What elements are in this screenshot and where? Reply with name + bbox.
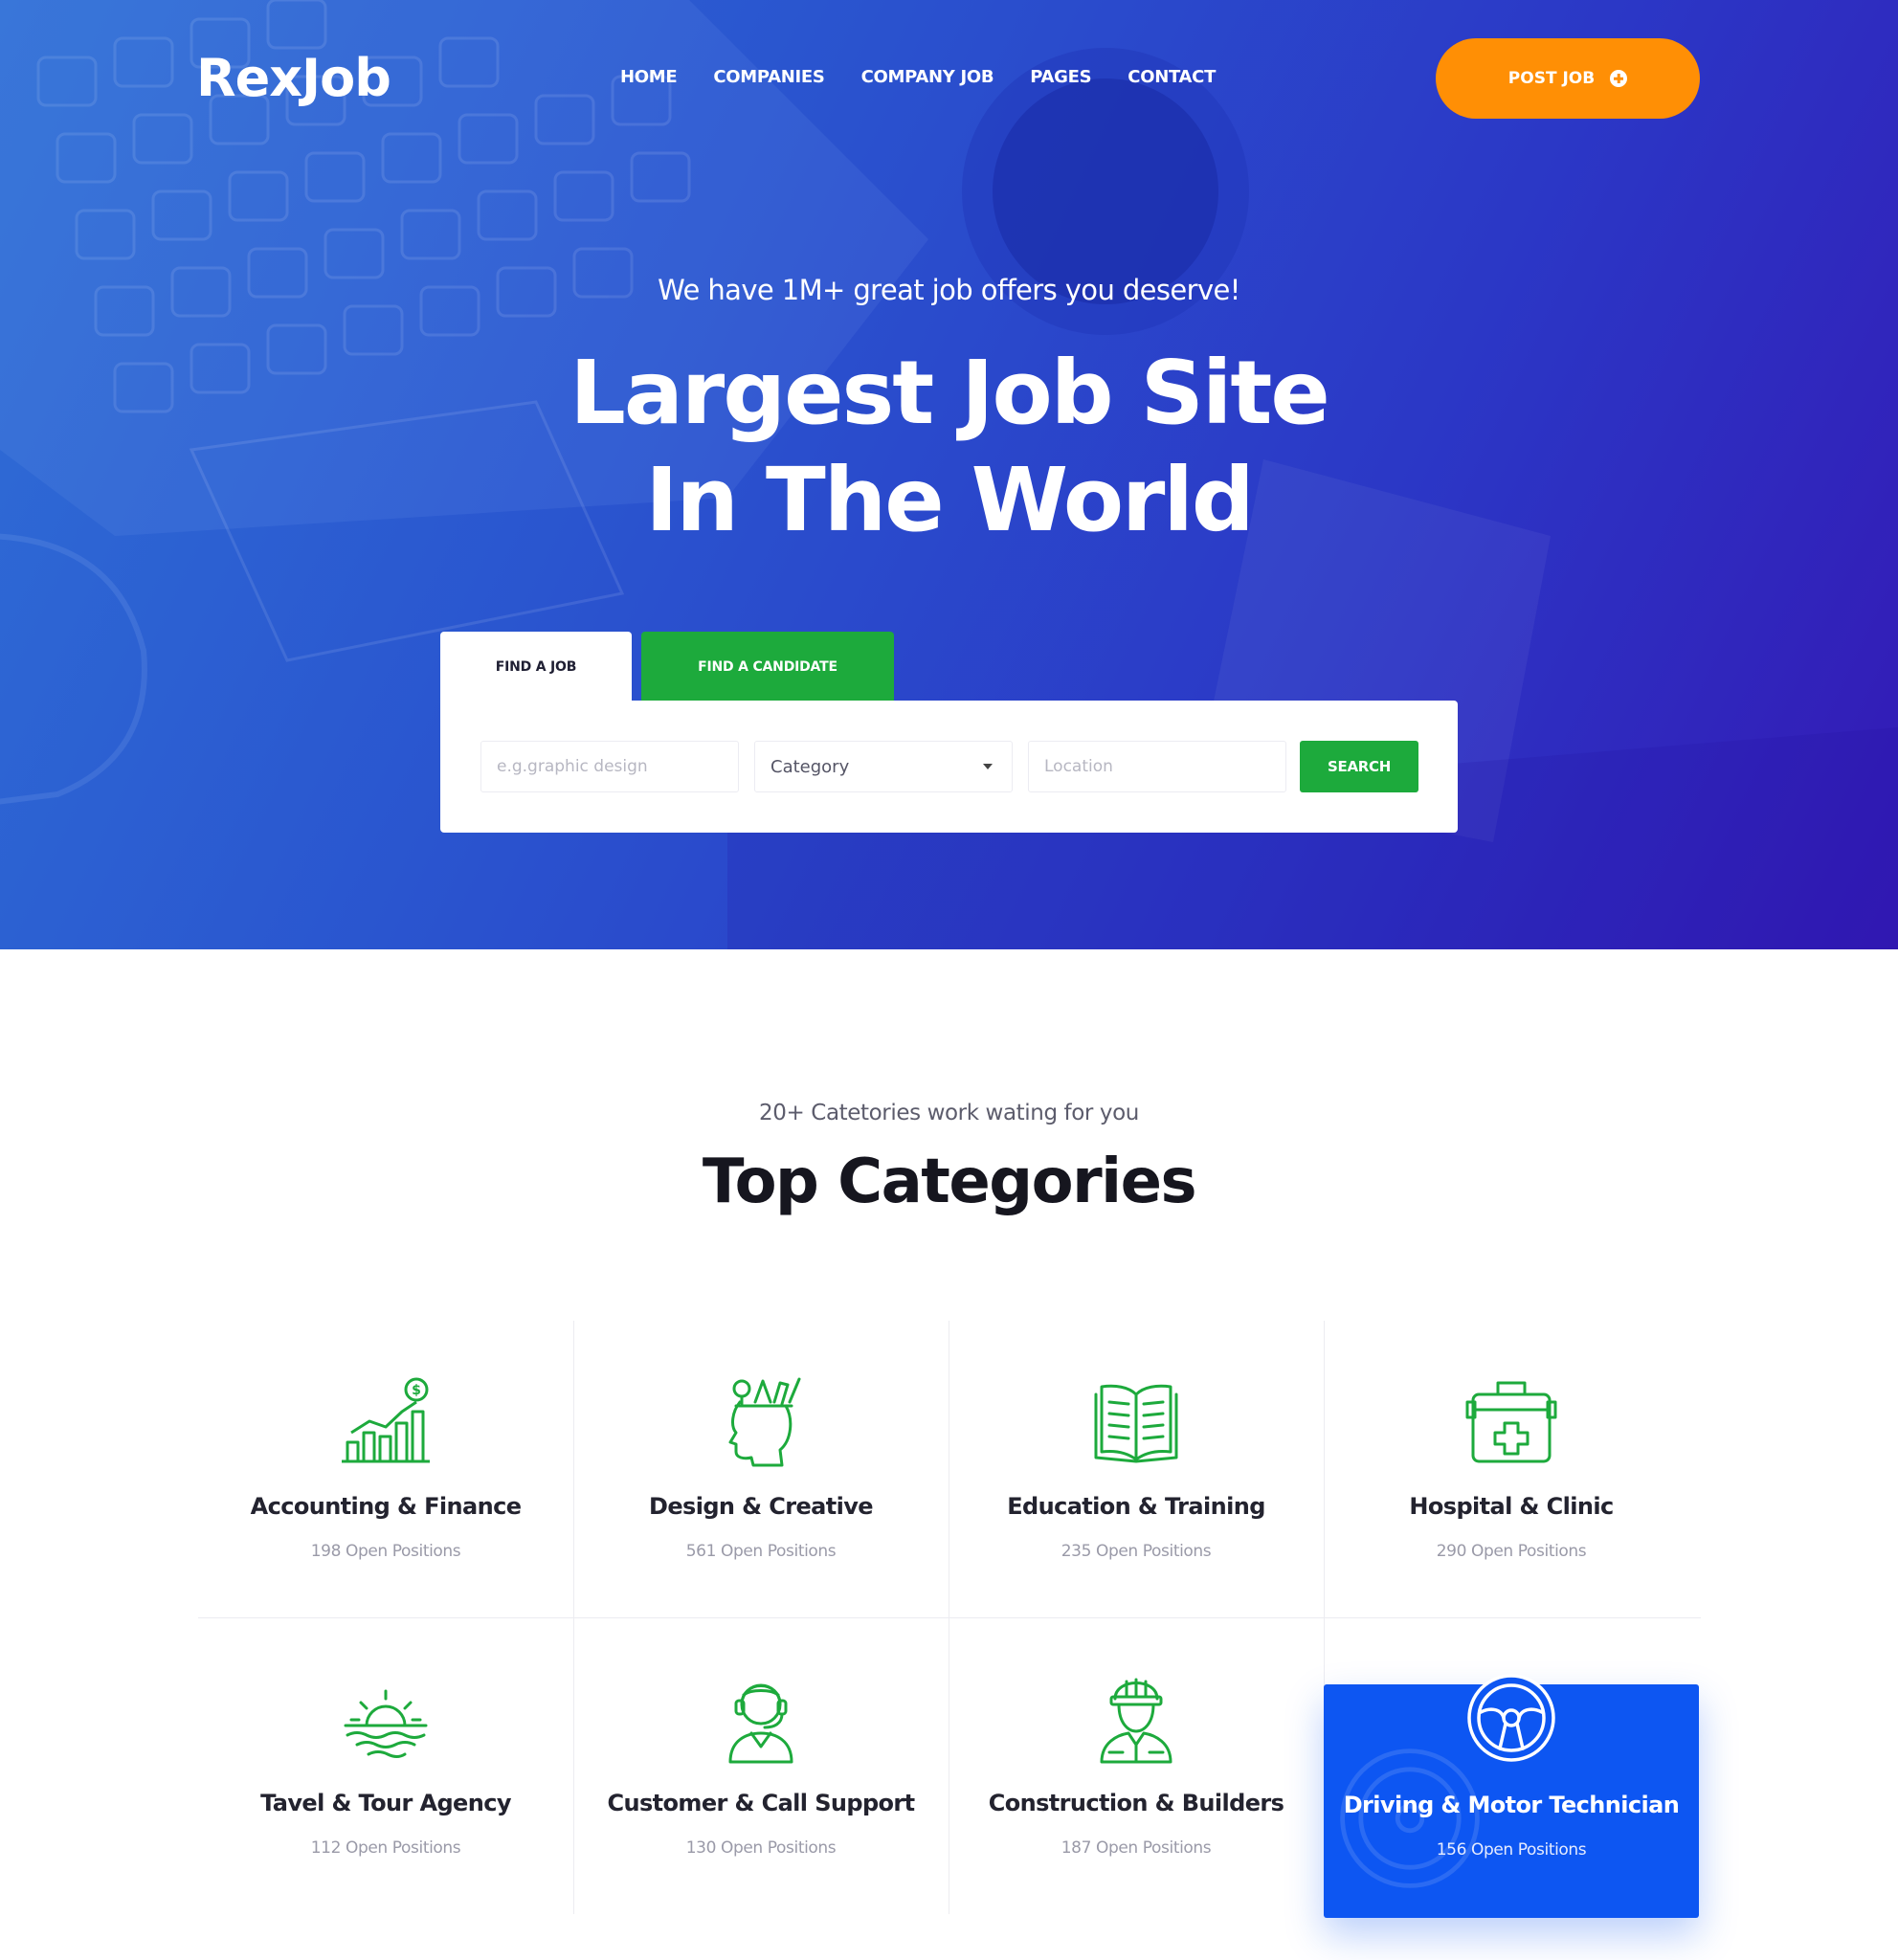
categories-subtitle: 20+ Catetories work wating for you	[759, 1101, 1139, 1125]
nav-company-job[interactable]: COMPANY JOB	[861, 67, 994, 87]
steering-wheel-icon	[1467, 1674, 1555, 1762]
category-count: 561 Open Positions	[685, 1542, 837, 1561]
search-button[interactable]: SEARCH	[1300, 741, 1418, 792]
post-job-label: POST JOB	[1507, 69, 1596, 88]
category-name: Accounting & Finance	[250, 1493, 522, 1520]
category-card-driving-motor[interactable]: Driving & Motor Technician 156 Open Posi…	[1324, 1674, 1699, 1918]
caret-down-icon	[983, 764, 993, 769]
category-select-value: Category	[770, 756, 850, 777]
category-count: 290 Open Positions	[1436, 1542, 1587, 1561]
category-card-construction-builders[interactable]: Construction & Builders 187 Open Positio…	[949, 1617, 1324, 1914]
builder-icon	[1100, 1678, 1172, 1764]
nav-companies[interactable]: COMPANIES	[713, 67, 825, 87]
hero-headline: Largest Job Site In The World	[0, 340, 1898, 554]
category-select[interactable]: Category	[754, 741, 1013, 792]
category-name: Customer & Call Support	[607, 1790, 915, 1816]
category-card-design-creative[interactable]: Design & Creative 561 Open Positions	[573, 1321, 949, 1617]
category-count: 198 Open Positions	[310, 1542, 461, 1561]
category-count: 112 Open Positions	[310, 1838, 461, 1858]
category-name: Hospital & Clinic	[1409, 1493, 1614, 1520]
category-count: 187 Open Positions	[1061, 1838, 1212, 1858]
category-name: Driving & Motor Technician	[1343, 1792, 1680, 1818]
category-count: 130 Open Positions	[685, 1838, 837, 1858]
job-search-form: Category SEARCH	[440, 701, 1458, 833]
category-card-hospital-clinic[interactable]: Hospital & Clinic 290 Open Positions	[1324, 1321, 1699, 1617]
category-name: Tavel & Tour Agency	[260, 1790, 511, 1816]
location-field	[1028, 741, 1286, 792]
keyword-field	[480, 741, 739, 792]
open-book-icon	[1094, 1384, 1178, 1463]
nav-home[interactable]: HOME	[620, 67, 678, 87]
support-agent-icon	[728, 1683, 793, 1764]
hero-headline-line1: Largest Job Site	[569, 342, 1330, 444]
categories-grid: $ Accounting & Finance 198 Open Position…	[198, 1321, 1701, 1918]
hero-section: RexJob HOME COMPANIES COMPANY JOB PAGES …	[0, 0, 1898, 949]
post-job-button[interactable]: POST JOB	[1436, 38, 1700, 119]
hero-headline-line2: In The World	[645, 449, 1255, 551]
finance-chart-icon: $	[342, 1377, 430, 1463]
tab-find-a-job[interactable]: FIND A JOB	[440, 632, 632, 702]
medical-kit-icon	[1465, 1381, 1557, 1463]
location-input[interactable]	[1044, 742, 1285, 791]
nav-pages[interactable]: PAGES	[1030, 67, 1091, 87]
category-name: Design & Creative	[649, 1493, 874, 1520]
category-count: 235 Open Positions	[1061, 1542, 1212, 1561]
site-logo[interactable]: RexJob	[196, 48, 391, 108]
hero-tagline: We have 1M+ great job offers you deserve…	[658, 274, 1240, 306]
category-name: Education & Training	[1007, 1493, 1265, 1520]
svg-text:$: $	[412, 1383, 421, 1398]
main-navigation: HOME COMPANIES COMPANY JOB PAGES CONTACT	[620, 67, 1216, 87]
keyword-input[interactable]	[497, 742, 738, 791]
categories-title: Top Categories	[702, 1147, 1197, 1217]
category-card-accounting-finance[interactable]: $ Accounting & Finance 198 Open Position…	[198, 1321, 573, 1617]
plus-circle-icon	[1610, 70, 1628, 87]
sunset-icon	[344, 1689, 428, 1758]
tab-find-a-candidate[interactable]: FIND A CANDIDATE	[641, 632, 894, 702]
category-card-customer-support[interactable]: Customer & Call Support 130 Open Positio…	[573, 1617, 949, 1914]
category-count: 156 Open Positions	[1436, 1840, 1587, 1860]
category-card-travel-tour[interactable]: Tavel & Tour Agency 112 Open Positions	[198, 1617, 573, 1914]
creative-head-icon	[728, 1377, 801, 1467]
nav-contact[interactable]: CONTACT	[1128, 67, 1216, 87]
category-card-education-training[interactable]: Education & Training 235 Open Positions	[949, 1321, 1324, 1617]
category-name: Construction & Builders	[988, 1790, 1284, 1816]
